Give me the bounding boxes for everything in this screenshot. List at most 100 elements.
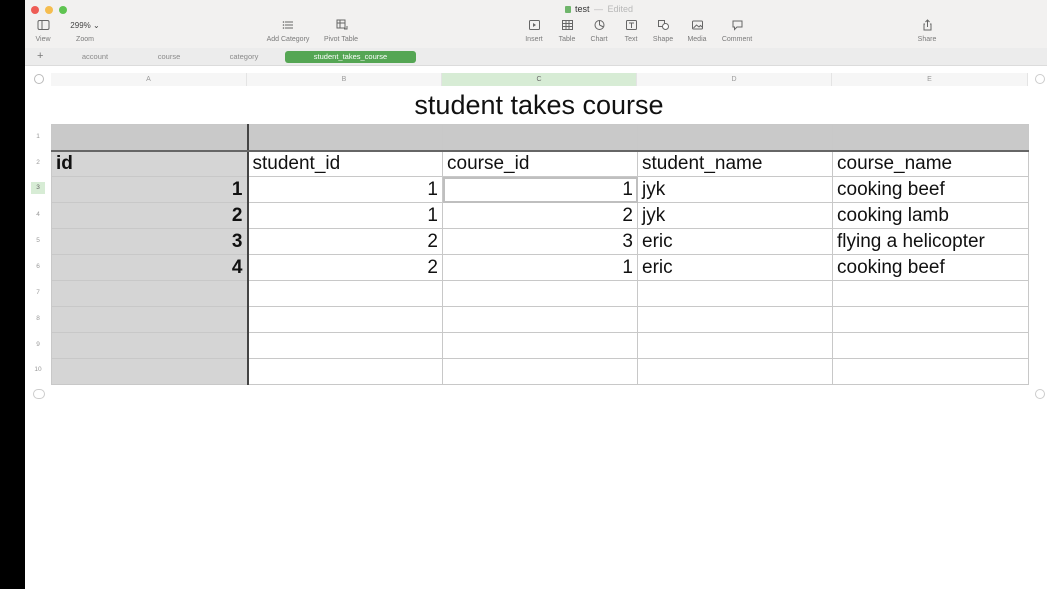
table-cell[interactable] bbox=[247, 332, 443, 359]
share-button[interactable]: Share bbox=[915, 19, 939, 43]
table-cell[interactable]: cooking beef bbox=[832, 176, 1029, 203]
resize-table-control[interactable] bbox=[1035, 389, 1045, 399]
table-cell[interactable] bbox=[51, 306, 249, 333]
comment-button[interactable]: Comment bbox=[717, 19, 757, 43]
table-cell[interactable] bbox=[51, 358, 249, 385]
header-cell-course-id[interactable]: course_id bbox=[442, 150, 638, 177]
header-cell-course-name[interactable]: course_name bbox=[832, 150, 1029, 177]
table-cell[interactable] bbox=[442, 358, 638, 385]
table-cell[interactable]: 1 bbox=[247, 176, 443, 203]
minimize-window-button[interactable] bbox=[45, 6, 53, 14]
chart-button[interactable]: Chart bbox=[587, 19, 611, 43]
selected-cell[interactable]: 1 bbox=[442, 176, 638, 203]
table-cell[interactable] bbox=[51, 280, 249, 307]
table-cell[interactable]: cooking beef bbox=[832, 254, 1029, 281]
table-cell[interactable] bbox=[832, 358, 1029, 385]
header-cell-student-id[interactable]: student_id bbox=[247, 150, 443, 177]
insert-icon bbox=[521, 19, 547, 33]
zoom-value: 299% ⌄ bbox=[70, 21, 100, 30]
row-header-6[interactable]: 6 bbox=[31, 263, 45, 270]
table-cell[interactable]: cooking lamb bbox=[832, 202, 1029, 229]
header-cell-id[interactable]: id bbox=[51, 150, 249, 177]
add-row-control[interactable] bbox=[33, 389, 45, 399]
table-cell[interactable]: jyk bbox=[637, 202, 833, 229]
add-category-button[interactable]: Add Category bbox=[261, 19, 315, 43]
table-cell[interactable] bbox=[51, 332, 249, 359]
table-cell[interactable]: eric bbox=[637, 254, 833, 281]
zoom-button[interactable]: 299% ⌄ Zoom bbox=[65, 19, 105, 43]
row-header-10[interactable]: 10 bbox=[31, 366, 45, 373]
table-cell[interactable] bbox=[247, 280, 443, 307]
table-cell[interactable]: eric bbox=[637, 228, 833, 255]
column-header-a[interactable]: A bbox=[51, 73, 247, 86]
table-cell[interactable]: 2 bbox=[442, 202, 638, 229]
table-cell[interactable]: 1 bbox=[247, 202, 443, 229]
table-cell[interactable] bbox=[832, 280, 1029, 307]
table-cell[interactable]: 2 bbox=[51, 202, 249, 229]
shape-button[interactable]: Shape bbox=[649, 19, 677, 43]
insert-button[interactable]: Insert bbox=[521, 19, 547, 43]
table-cell[interactable]: 2 bbox=[247, 228, 443, 255]
tab-student-takes-course[interactable]: student_takes_course bbox=[285, 51, 416, 63]
table-cell[interactable] bbox=[832, 124, 1029, 152]
table-cell[interactable]: 3 bbox=[51, 228, 249, 255]
table-cell[interactable] bbox=[247, 124, 443, 152]
table-title[interactable]: student takes course bbox=[51, 90, 1027, 121]
table-cell[interactable] bbox=[247, 358, 443, 385]
table-row bbox=[51, 124, 1029, 152]
table-cell[interactable]: 2 bbox=[247, 254, 443, 281]
row-header-2[interactable]: 2 bbox=[31, 159, 45, 166]
table-button[interactable]: Table bbox=[555, 19, 579, 43]
table-cell[interactable] bbox=[637, 306, 833, 333]
table-row: 4 2 1 eric cooking beef bbox=[51, 254, 1029, 281]
close-window-button[interactable] bbox=[31, 6, 39, 14]
table-cell[interactable]: jyk bbox=[637, 176, 833, 203]
row-header-9[interactable]: 9 bbox=[31, 341, 45, 348]
row-header-3[interactable]: 3 bbox=[31, 182, 45, 194]
column-header-d[interactable]: D bbox=[637, 73, 832, 86]
media-button[interactable]: Media bbox=[683, 19, 711, 43]
table-cell[interactable] bbox=[832, 332, 1029, 359]
shape-label: Shape bbox=[652, 36, 674, 43]
tab-course[interactable]: course bbox=[137, 51, 201, 63]
column-header-c[interactable]: C bbox=[442, 73, 637, 86]
view-button[interactable]: View bbox=[31, 19, 55, 43]
row-header-4[interactable]: 4 bbox=[31, 211, 45, 218]
row-header-7[interactable]: 7 bbox=[31, 289, 45, 296]
column-header-e[interactable]: E bbox=[832, 73, 1028, 86]
table-cell[interactable] bbox=[442, 306, 638, 333]
table-cell[interactable] bbox=[637, 358, 833, 385]
photo-icon bbox=[683, 19, 711, 33]
table-cell[interactable] bbox=[832, 306, 1029, 333]
select-all-control[interactable] bbox=[34, 74, 44, 84]
table-cell[interactable]: 1 bbox=[51, 176, 249, 203]
table-cell[interactable]: flying a helicopter bbox=[832, 228, 1029, 255]
pivot-table-button[interactable]: Pivot Table bbox=[319, 19, 363, 43]
header-cell-student-name[interactable]: student_name bbox=[637, 150, 833, 177]
column-header-b[interactable]: B bbox=[247, 73, 442, 86]
add-sheet-button[interactable]: + bbox=[37, 50, 43, 62]
table-cell[interactable] bbox=[637, 124, 833, 152]
add-column-control[interactable] bbox=[1035, 74, 1045, 84]
tab-category[interactable]: category bbox=[211, 51, 277, 63]
row-header-5[interactable]: 5 bbox=[31, 237, 45, 244]
table-cell[interactable]: 4 bbox=[51, 254, 249, 281]
table-cell[interactable] bbox=[51, 124, 249, 152]
table-cell[interactable] bbox=[247, 306, 443, 333]
table-cell[interactable] bbox=[442, 332, 638, 359]
document-title: test — Edited bbox=[565, 4, 633, 14]
sidebar-icon bbox=[31, 19, 55, 33]
table-cell[interactable] bbox=[442, 124, 638, 152]
row-header-8[interactable]: 8 bbox=[31, 315, 45, 322]
row-header-1[interactable]: 1 bbox=[31, 133, 45, 140]
table-cell[interactable]: 3 bbox=[442, 228, 638, 255]
text-button[interactable]: Text bbox=[619, 19, 643, 43]
table-cell[interactable]: 1 bbox=[442, 254, 638, 281]
table-cell[interactable] bbox=[637, 280, 833, 307]
table-row: 1 1 1 jyk cooking beef bbox=[51, 176, 1029, 203]
table-cell[interactable] bbox=[442, 280, 638, 307]
table-cell[interactable] bbox=[637, 332, 833, 359]
tab-account[interactable]: account bbox=[63, 51, 127, 63]
text-box-icon bbox=[619, 19, 643, 33]
zoom-window-button[interactable] bbox=[59, 6, 67, 14]
